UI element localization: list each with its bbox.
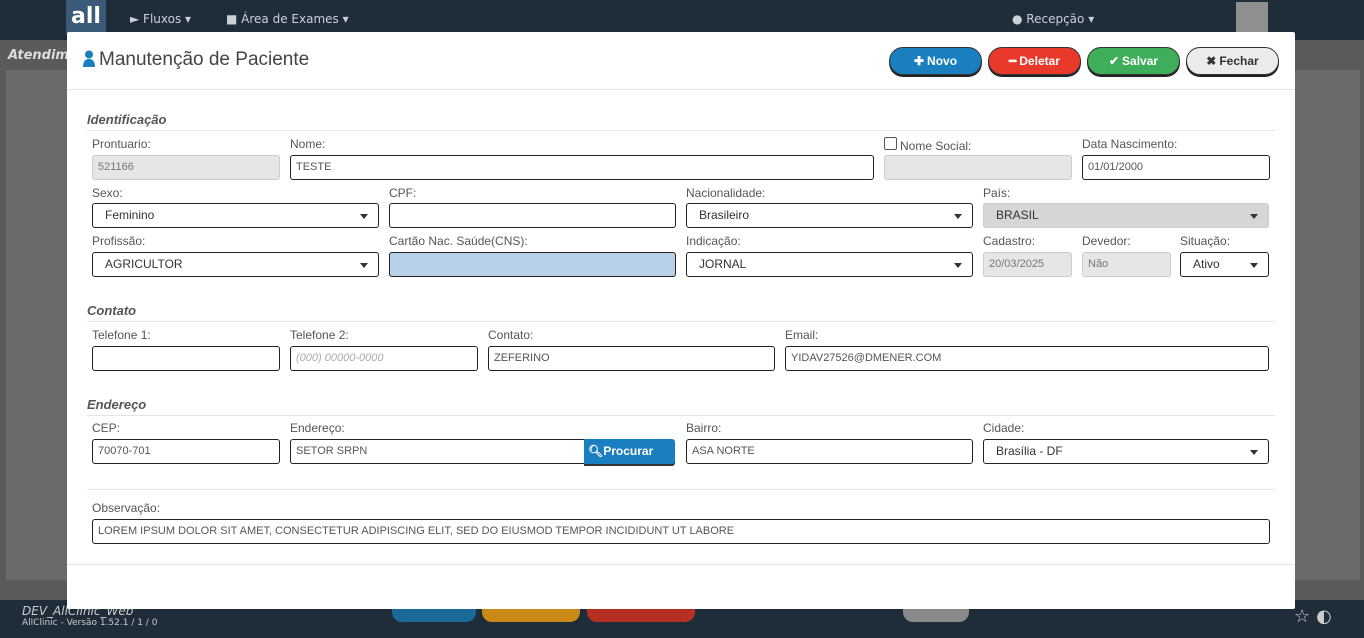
sexo-select[interactable]: Feminino <box>92 203 379 228</box>
nav-fluxos[interactable]: ► Fluxos ▾ <box>130 12 191 26</box>
chevron-down-icon <box>954 214 962 219</box>
cadastro-field: 20/03/2025 <box>983 252 1072 277</box>
telefone1-label: Telefone 1: <box>92 328 151 342</box>
devedor-field: Não <box>1082 252 1171 277</box>
prontuario-label: Prontuario: <box>92 137 151 151</box>
prontuario-field: 521166 <box>92 155 280 180</box>
cadastro-label: Cadastro: <box>983 234 1036 248</box>
sexo-label: Sexo: <box>92 186 123 200</box>
nacionalidade-label: Nacionalidade: <box>686 186 766 200</box>
observacao-divider <box>87 472 1275 490</box>
email-label: Email: <box>785 328 819 342</box>
section-contato: Contato <box>87 303 1275 322</box>
cpf-field[interactable] <box>389 203 676 228</box>
cidade-label: Cidade: <box>983 421 1025 435</box>
fechar-button[interactable]: ✖ Fechar <box>1186 47 1279 75</box>
profissao-label: Profissão: <box>92 234 146 248</box>
salvar-button[interactable]: ✔ Salvar <box>1087 47 1180 75</box>
devedor-label: Devedor: <box>1082 234 1131 248</box>
cpf-label: CPF: <box>389 186 417 200</box>
breadcrumb: Atendim <box>8 48 69 63</box>
data-nascimento-field[interactable]: 01/01/2000 <box>1082 155 1270 180</box>
indicacao-label: Indicação: <box>686 234 741 248</box>
procurar-cep-button[interactable]: 🔍︎Procurar CEP <box>584 439 675 482</box>
footer-icons[interactable]: ☆◐ <box>1294 606 1338 627</box>
novo-button[interactable]: ✚ Novo <box>889 47 982 75</box>
modal-header: Manutenção de Paciente ✚ Novo ━ Deletar ✔ S… <box>67 32 1295 90</box>
pais-label: País: <box>983 186 1011 200</box>
version-text: AllClinic - Versão 1.52.1 / 1 / 0 <box>22 618 158 628</box>
deletar-button[interactable]: ━ Deletar <box>988 47 1081 75</box>
cns-label: Cartão Nac. Saúde(CNS): <box>389 234 528 248</box>
chevron-down-icon <box>360 214 368 219</box>
data-nascimento-label: Data Nascimento: <box>1082 137 1178 151</box>
endereco-label: Endereço: <box>290 421 345 435</box>
user-icon <box>83 50 95 67</box>
endereco-field[interactable]: SETOR SRPN <box>290 439 586 464</box>
contato-label: Contato: <box>488 328 534 342</box>
nome-label: Nome: <box>290 137 326 151</box>
plus-icon: ✚ <box>913 54 925 68</box>
observacao-field[interactable]: LOREM IPSUM DOLOR SIT AMET, CONSECTETUR … <box>92 519 1270 544</box>
chevron-down-icon <box>954 263 962 268</box>
telefone1-field[interactable] <box>92 346 280 371</box>
app-logo: all <box>66 0 106 34</box>
cep-field[interactable]: 70070-701 <box>92 439 280 464</box>
situacao-select[interactable]: Ativo <box>1180 252 1269 277</box>
nav-area-exames[interactable]: ■ Área de Exames ▾ <box>226 12 349 26</box>
modal-title: Manutenção de Paciente <box>83 49 309 71</box>
cns-field[interactable] <box>389 252 676 277</box>
minus-icon: ━ <box>1009 54 1017 68</box>
nome-social-checkbox[interactable] <box>884 137 897 150</box>
pais-select: BRASIL <box>983 203 1269 228</box>
check-icon: ✔ <box>1108 54 1120 68</box>
chevron-down-icon <box>1250 450 1258 455</box>
star-icon[interactable]: ☆ <box>1294 606 1316 627</box>
cep-label: CEP: <box>92 421 121 435</box>
nome-social-label: Nome Social: <box>900 139 972 153</box>
nav-recepcao[interactable]: ● Recepção ▾ <box>1012 12 1094 26</box>
avatar[interactable] <box>1236 2 1268 34</box>
modal-footer-divider <box>67 564 1295 565</box>
search-icon: 🔍︎ <box>588 444 604 458</box>
indicacao-select[interactable]: JORNAL <box>686 252 973 277</box>
chevron-down-icon <box>1250 214 1258 219</box>
situacao-label: Situação: <box>1180 234 1231 248</box>
bairro-field[interactable]: ASA NORTE <box>686 439 973 464</box>
observacao-label: Observação: <box>92 501 161 515</box>
cidade-select[interactable]: Brasília - DF <box>983 439 1269 464</box>
email-field[interactable]: YIDAV27526@DMENER.COM <box>785 346 1269 371</box>
telefone2-label: Telefone 2: <box>290 328 349 342</box>
telefone2-field[interactable]: (000) 00000-0000 <box>290 346 478 371</box>
section-endereco: Endereço <box>87 397 1275 416</box>
chevron-down-icon <box>1250 263 1258 268</box>
profissao-select[interactable]: AGRICULTOR <box>92 252 379 277</box>
contrast-icon[interactable]: ◐ <box>1316 606 1338 627</box>
contato-field[interactable]: ZEFERINO <box>488 346 775 371</box>
nacionalidade-select[interactable]: Brasileiro <box>686 203 973 228</box>
chevron-down-icon <box>360 263 368 268</box>
nome-field[interactable]: TESTE <box>290 155 874 180</box>
bairro-label: Bairro: <box>686 421 722 435</box>
patient-maintenance-modal: Manutenção de Paciente ✚ Novo ━ Deletar ✔ S… <box>67 32 1295 609</box>
nome-social-field <box>884 155 1072 180</box>
section-identificacao: Identificação <box>87 112 1275 131</box>
close-icon: ✖ <box>1206 54 1217 68</box>
